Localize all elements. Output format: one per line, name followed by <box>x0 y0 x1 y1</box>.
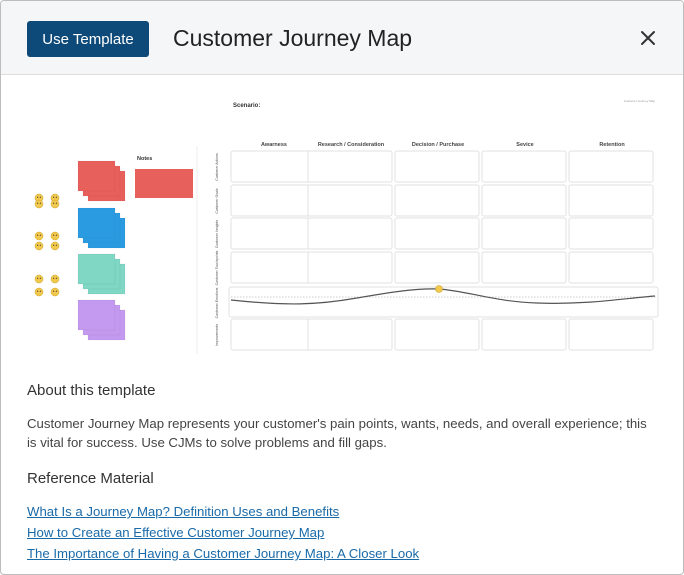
journey-grid: Awarness Research / Consideration Decision… <box>215 142 659 351</box>
emotion-marker-icon <box>435 285 443 293</box>
stage-header: Decision / Purchase <box>412 142 464 148</box>
stage-header: Awarness <box>261 142 287 148</box>
dialog-header: Use Template Customer Journey Map <box>1 1 683 75</box>
preview-canvas: Scenario: Customer Journey Map Notes Awa… <box>34 99 659 354</box>
row-label: Customer Touchpoints <box>215 250 219 285</box>
grid-cell <box>568 184 654 217</box>
grid-cell <box>394 150 480 183</box>
grid-cell <box>481 318 567 351</box>
grid-cell <box>481 251 567 284</box>
reference-links: What Is a Journey Map? Definition Uses a… <box>27 501 419 564</box>
grid-cell <box>394 217 480 250</box>
stage-header: Sevice <box>516 142 533 148</box>
about-heading: About this template <box>27 382 156 399</box>
grid-cell <box>481 184 567 217</box>
emoji-face-icon <box>50 199 60 209</box>
grid-cell <box>307 217 393 250</box>
grid-cell <box>230 217 316 250</box>
grid-cell <box>481 217 567 250</box>
grid-cell <box>307 150 393 183</box>
close-button[interactable] <box>631 21 665 55</box>
sticky-note <box>77 299 116 331</box>
sticky-note <box>77 207 116 239</box>
emoji-face-icon <box>50 287 60 297</box>
stage-header: Retention <box>599 142 625 148</box>
row-label: Customer Emotions <box>215 287 219 318</box>
dialog-title: Customer Journey Map <box>173 25 413 51</box>
grid-cell <box>394 251 480 284</box>
grid-cell <box>230 318 316 351</box>
template-preview: Scenario: Customer Journey Map Notes Awa… <box>27 86 659 358</box>
grid-cell <box>568 318 654 351</box>
use-template-button[interactable]: Use Template <box>27 21 149 57</box>
preview-note-card <box>135 169 193 198</box>
emoji-face-icon <box>34 199 44 209</box>
reference-heading: Reference Material <box>27 470 154 487</box>
grid-cell <box>307 318 393 351</box>
grid-cell <box>230 150 316 183</box>
stage-header: Research / Consideration <box>318 142 385 148</box>
preview-notes-label: Notes <box>137 156 152 162</box>
close-icon <box>641 31 655 45</box>
row-label: Customer Actions <box>215 153 219 181</box>
emoji-face-icon <box>34 287 44 297</box>
grid-cell <box>230 184 316 217</box>
sticky-notes-group <box>34 160 193 341</box>
emoji-face-icon <box>50 231 60 241</box>
grid-cell <box>394 318 480 351</box>
row-label: Customer Goals <box>215 188 219 214</box>
sticky-note <box>77 253 116 285</box>
row-label: Customer Insights <box>215 220 219 248</box>
grid-cell <box>481 150 567 183</box>
grid-cell <box>230 251 316 284</box>
grid-cell <box>307 251 393 284</box>
emoji-face-icon <box>34 274 44 284</box>
reference-link-3[interactable]: The Importance of Having a Customer Jour… <box>27 543 419 564</box>
emoji-face-icon <box>50 274 60 284</box>
grid-cell <box>568 251 654 284</box>
about-description: Customer Journey Map represents your cus… <box>27 416 647 450</box>
preview-corner-label: Customer Journey Map <box>624 99 656 103</box>
grid-cell <box>307 184 393 217</box>
sticky-note <box>77 160 116 192</box>
grid-cell <box>568 150 654 183</box>
grid-cell <box>394 184 480 217</box>
reference-link-2[interactable]: How to Create an Effective Customer Jour… <box>27 522 419 543</box>
template-dialog: Use Template Customer Journey Map Scenar… <box>0 0 684 575</box>
emoji-face-icon <box>50 241 60 251</box>
preview-scenario-label: Scenario: <box>233 103 260 109</box>
row-label: Improvements <box>215 324 219 346</box>
emoji-face-icon <box>34 241 44 251</box>
emoji-face-icon <box>34 231 44 241</box>
grid-cell <box>568 217 654 250</box>
reference-link-1[interactable]: What Is a Journey Map? Definition Uses a… <box>27 501 419 522</box>
